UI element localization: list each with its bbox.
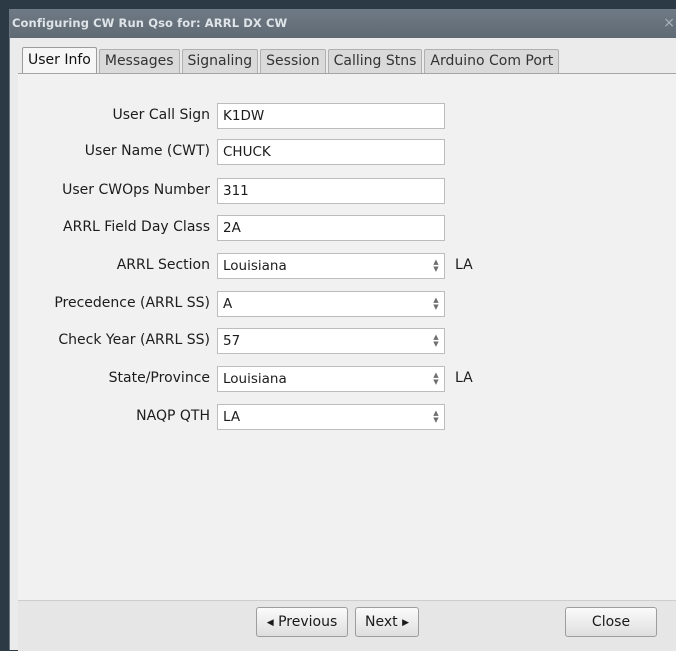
tab-bar: User Info Messages Signaling Session Cal…: [22, 47, 561, 74]
arrl-section-value: Louisiana: [223, 258, 287, 274]
check-year-label: Check Year (ARRL SS): [58, 332, 210, 348]
field-day-class-label: ARRL Field Day Class: [63, 219, 210, 235]
state-province-label: State/Province: [108, 370, 210, 386]
state-province-select[interactable]: Louisiana ▲ ▼: [217, 366, 445, 392]
tab-session[interactable]: Session: [260, 49, 326, 73]
tab-user-info[interactable]: User Info: [22, 47, 97, 74]
close-icon[interactable]: ×: [663, 15, 675, 31]
naqp-qth-label: NAQP QTH: [136, 408, 210, 424]
spinner-arrows-icon[interactable]: ▲ ▼: [432, 410, 440, 424]
tab-signaling[interactable]: Signaling: [181, 49, 259, 73]
spinner-arrows-icon[interactable]: ▲ ▼: [432, 372, 440, 386]
naqp-qth-value: LA: [223, 409, 241, 425]
config-dialog: Configuring CW Run Qso for: ARRL DX CW ×…: [9, 9, 676, 651]
cwops-number-input[interactable]: 311: [217, 178, 445, 204]
call-sign-input[interactable]: K1DW: [217, 103, 445, 129]
cwops-number-label: User CWOps Number: [62, 182, 210, 198]
tab-messages[interactable]: Messages: [98, 49, 180, 73]
state-province-abbr: LA: [455, 370, 473, 386]
tab-arduino-com-port[interactable]: Arduino Com Port: [424, 49, 560, 73]
precedence-value: A: [223, 296, 233, 312]
precedence-select[interactable]: A ▲ ▼: [217, 291, 445, 317]
previous-arrow-icon: ◀: [266, 618, 274, 628]
arrl-section-label: ARRL Section: [116, 257, 210, 273]
next-arrow-icon: ▶: [402, 618, 409, 628]
spinner-arrows-icon[interactable]: ▲ ▼: [432, 334, 440, 348]
next-button-label: Next: [365, 614, 398, 630]
check-year-select[interactable]: 57 ▲ ▼: [217, 328, 445, 354]
tab-calling-stns[interactable]: Calling Stns: [327, 49, 423, 73]
precedence-label: Precedence (ARRL SS): [54, 295, 210, 311]
spinner-arrows-icon[interactable]: ▲ ▼: [432, 297, 440, 311]
spinner-arrows-icon[interactable]: ▲ ▼: [432, 259, 440, 273]
user-info-panel: User Call Sign K1DW User Name (CWT) CHUC…: [18, 73, 676, 601]
previous-button-label: Previous: [278, 614, 338, 630]
next-button[interactable]: Next ▶: [355, 607, 419, 637]
user-name-input[interactable]: CHUCK: [217, 139, 445, 165]
call-sign-label: User Call Sign: [112, 107, 210, 123]
arrl-section-abbr: LA: [455, 257, 473, 273]
naqp-qth-select[interactable]: LA ▲ ▼: [217, 404, 445, 430]
check-year-value: 57: [223, 333, 241, 349]
title-bar[interactable]: Configuring CW Run Qso for: ARRL DX CW ×: [10, 9, 676, 38]
dialog-footer: ◀ Previous Next ▶ Close: [18, 600, 676, 651]
previous-button[interactable]: ◀ Previous: [256, 607, 348, 637]
state-province-value: Louisiana: [223, 371, 287, 387]
window-title: Configuring CW Run Qso for: ARRL DX CW: [12, 16, 288, 30]
user-name-label: User Name (CWT): [84, 143, 210, 159]
field-day-class-input[interactable]: 2A: [217, 215, 445, 241]
arrl-section-select[interactable]: Louisiana ▲ ▼: [217, 253, 445, 279]
close-button[interactable]: Close: [565, 607, 657, 637]
